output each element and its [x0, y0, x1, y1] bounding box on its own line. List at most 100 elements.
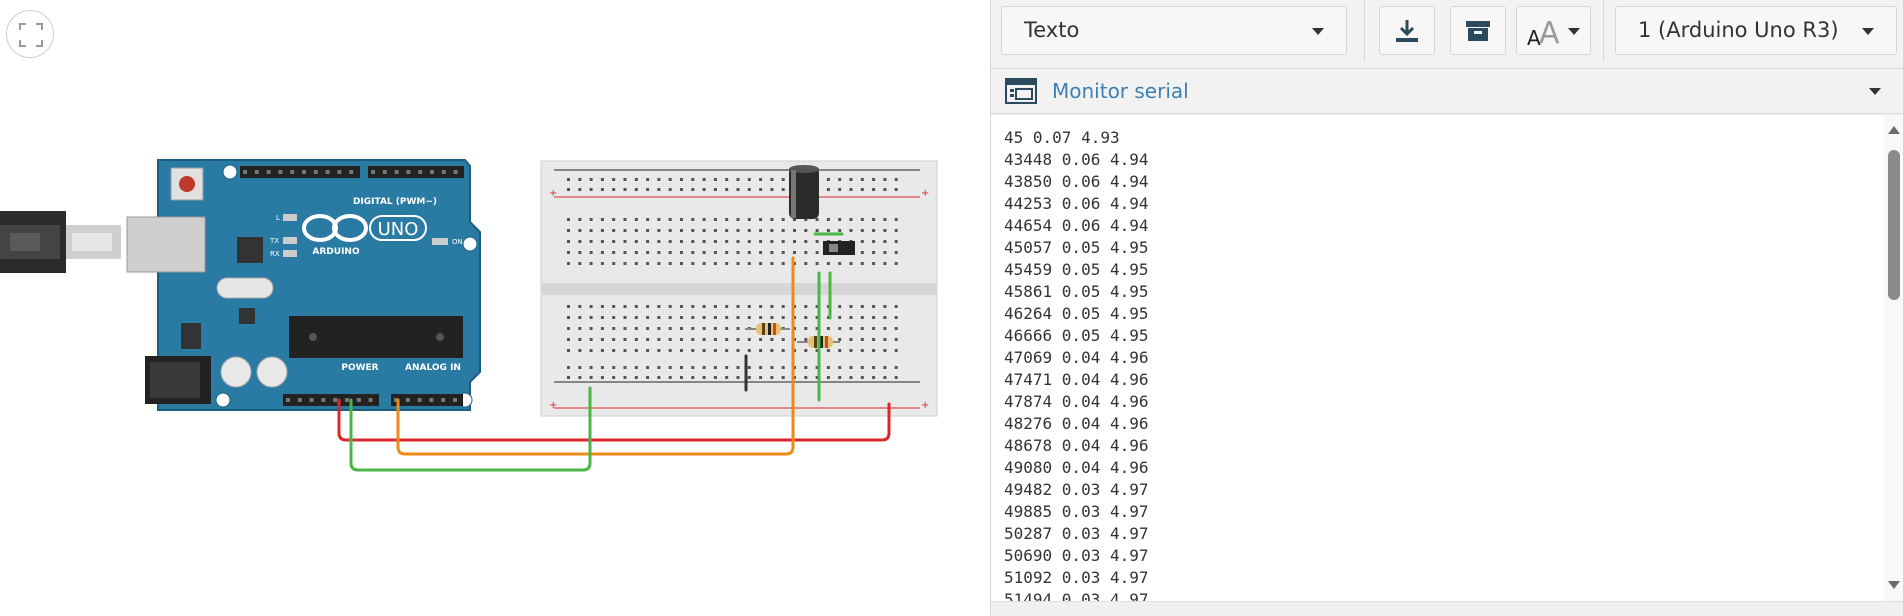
- breadboard-hole: [578, 338, 582, 341]
- breadboard-hole: [589, 251, 593, 254]
- font-size-button[interactable]: A A: [1516, 6, 1591, 55]
- breadboard-hole: [680, 338, 683, 341]
- breadboard-hole: [680, 327, 683, 330]
- breadboard-hole: [747, 316, 751, 319]
- breadboard-hole: [736, 327, 740, 330]
- serial-line: 45861 0.05 4.95: [1004, 282, 1149, 301]
- circuit-canvas[interactable]: UNO ARDUINO DIGITAL (PWM~) POWER ANALOG …: [0, 0, 990, 616]
- serial-scrollbar[interactable]: [1884, 115, 1903, 601]
- scroll-thumb[interactable]: [1888, 150, 1900, 300]
- breadboard-hole: [747, 178, 751, 181]
- breadboard-hole: [612, 188, 616, 191]
- serial-line: 46666 0.05 4.95: [1004, 326, 1149, 345]
- breadboard-hole: [657, 240, 661, 243]
- header-pin: [290, 170, 295, 174]
- breadboard-hole: [759, 262, 763, 265]
- header-pin: [254, 170, 259, 174]
- serial-monitor-header[interactable]: Monitor serial: [991, 68, 1903, 114]
- breadboard-hole: [883, 240, 887, 243]
- header-pin: [371, 170, 375, 174]
- libraries-button[interactable]: [1450, 6, 1506, 55]
- breadboard-hole: [894, 338, 898, 341]
- breadboard-hole: [883, 366, 887, 369]
- breadboard-hole: [849, 366, 853, 369]
- scroll-up-arrow-icon[interactable]: [1888, 126, 1900, 134]
- breadboard-hole: [691, 188, 695, 191]
- serial-line: 45459 0.05 4.95: [1004, 260, 1149, 279]
- serial-line: 44253 0.06 4.94: [1004, 194, 1149, 213]
- breadboard-hole: [668, 229, 672, 232]
- capacitor[interactable]: [789, 165, 819, 219]
- breadboard-hole: [623, 305, 627, 308]
- breadboard-hole: [713, 188, 717, 191]
- breadboard-hole: [759, 316, 763, 319]
- header-pin: [441, 398, 446, 402]
- breadboard-hole: [612, 316, 616, 319]
- breadboard-hole: [634, 366, 638, 369]
- board-dropdown[interactable]: 1 (Arduino Uno R3): [1615, 6, 1897, 55]
- breadboard-hole: [725, 366, 729, 369]
- breadboard-hole: [668, 178, 672, 181]
- chevron-down-icon: [1862, 28, 1874, 35]
- breadboard[interactable]: + + + +: [540, 160, 938, 417]
- breadboard-hole: [657, 218, 661, 221]
- breadboard-hole: [634, 327, 638, 330]
- breadboard-hole: [713, 240, 717, 243]
- breadboard-hole: [589, 366, 593, 369]
- breadboard-hole: [781, 376, 785, 379]
- board-model-label: UNO: [378, 219, 419, 240]
- scroll-down-arrow-icon[interactable]: [1888, 581, 1900, 589]
- breadboard-hole: [713, 229, 717, 232]
- breadboard-hole: [646, 188, 650, 191]
- breadboard-hole: [894, 366, 898, 369]
- breadboard-hole: [646, 229, 650, 232]
- breadboard-hole: [668, 376, 672, 379]
- breadboard-hole: [815, 218, 819, 221]
- breadboard-hole: [815, 262, 819, 265]
- breadboard-hole: [860, 376, 864, 379]
- download-code-button[interactable]: [1379, 6, 1435, 55]
- library-box-icon: [1466, 21, 1490, 41]
- breadboard-hole: [691, 338, 695, 341]
- breadboard-hole: [680, 251, 683, 254]
- chevron-down-icon: [1568, 28, 1580, 35]
- breadboard-hole: [860, 262, 864, 265]
- breadboard-hole: [770, 305, 774, 308]
- breadboard-hole: [781, 366, 785, 369]
- serial-output[interactable]: 45 0.07 4.93 43448 0.06 4.94 43850 0.06 4.…: [991, 115, 1884, 601]
- breadboard-hole: [713, 349, 717, 352]
- breadboard-hole: [894, 251, 898, 254]
- breadboard-hole: [872, 376, 876, 379]
- breadboard-hole: [634, 338, 638, 341]
- slide-switch[interactable]: [823, 241, 855, 255]
- code-mode-dropdown[interactable]: Texto: [1001, 6, 1347, 55]
- breadboard-hole: [815, 229, 819, 232]
- header-pin: [278, 170, 283, 174]
- breadboard-hole: [589, 218, 593, 221]
- breadboard-hole: [713, 251, 717, 254]
- header-pin: [417, 398, 422, 402]
- header-pin: [302, 170, 306, 174]
- breadboard-hole: [838, 327, 842, 330]
- breadboard-hole: [736, 240, 740, 243]
- breadboard-hole: [849, 338, 853, 341]
- breadboard-hole: [770, 188, 774, 191]
- breadboard-hole: [747, 349, 751, 352]
- breadboard-hole: [725, 178, 729, 181]
- breadboard-hole: [600, 218, 604, 221]
- breadboard-hole: [725, 376, 729, 379]
- breadboard-hole: [600, 349, 604, 352]
- header-pin: [349, 170, 354, 174]
- breadboard-hole: [657, 305, 661, 308]
- rail-plus-label-right: +: [921, 188, 929, 199]
- breadboard-hole: [646, 338, 650, 341]
- breadboard-hole: [657, 316, 661, 319]
- breadboard-hole: [815, 251, 819, 254]
- horizontal-scrollbar[interactable]: [991, 601, 1903, 616]
- arduino-uno-board[interactable]: UNO ARDUINO DIGITAL (PWM~) POWER ANALOG …: [126, 159, 481, 411]
- chevron-down-icon: [1312, 28, 1324, 35]
- breadboard-hole: [781, 316, 785, 319]
- breadboard-hole: [612, 305, 616, 308]
- header-pin: [337, 170, 342, 174]
- breadboard-hole: [883, 305, 887, 308]
